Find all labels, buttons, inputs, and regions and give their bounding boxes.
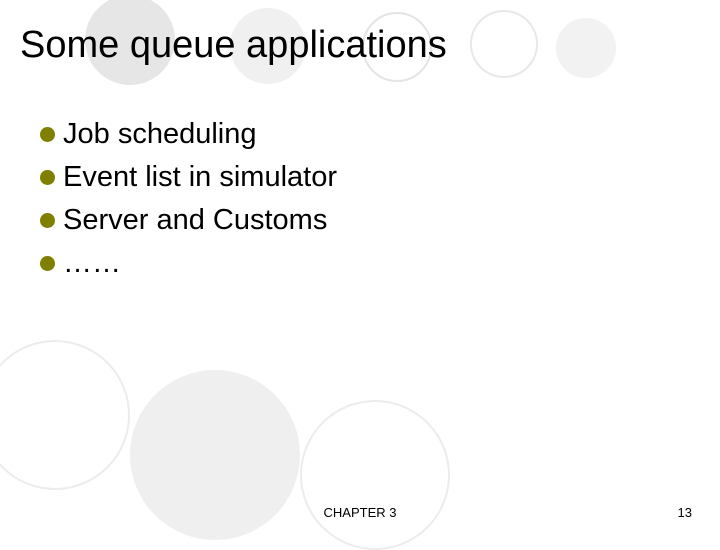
bullet-icon: [40, 127, 55, 142]
list-item: Server and Customs: [40, 204, 337, 237]
list-item: ……: [40, 247, 337, 280]
bullet-icon: [40, 170, 55, 185]
bullet-icon: [40, 256, 55, 271]
bullet-label: Server and Customs: [63, 204, 327, 237]
list-item: Event list in simulator: [40, 161, 337, 194]
slide-footer: CHAPTER 3 13: [0, 505, 720, 520]
footer-chapter: CHAPTER 3: [324, 505, 397, 520]
bullet-label: ……: [63, 247, 121, 280]
slide-title: Some queue applications: [20, 24, 447, 67]
bullet-list: Job scheduling Event list in simulator S…: [40, 118, 337, 290]
list-item: Job scheduling: [40, 118, 337, 151]
bullet-icon: [40, 213, 55, 228]
bullet-label: Event list in simulator: [63, 161, 337, 194]
bullet-label: Job scheduling: [63, 118, 256, 151]
footer-page-number: 13: [678, 505, 692, 520]
